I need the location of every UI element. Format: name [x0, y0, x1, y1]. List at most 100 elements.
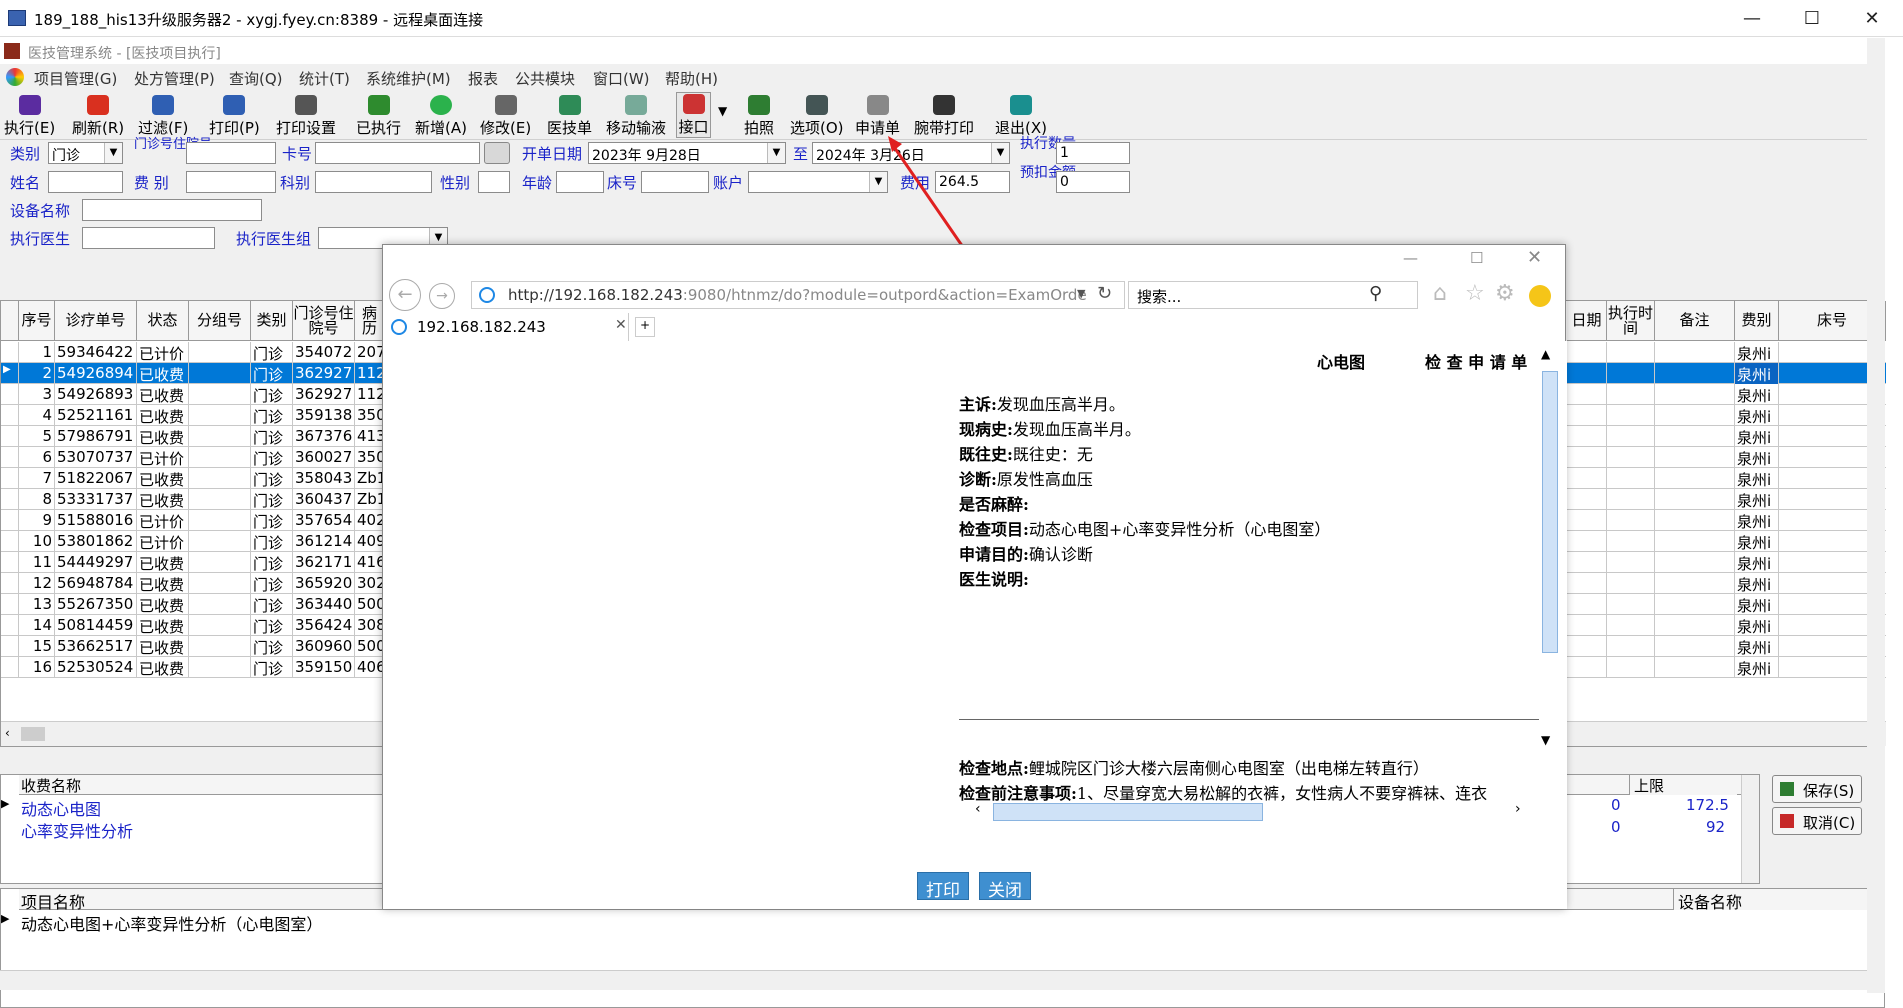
col-header-record[interactable]: 病历 [355, 301, 385, 341]
back-button[interactable]: ← [389, 279, 421, 311]
scroll-left-icon[interactable]: ‹ [5, 726, 10, 740]
reload-icon[interactable]: ↻ [1097, 283, 1112, 304]
options-button[interactable]: 选项(O) [788, 92, 846, 138]
menu-statistics[interactable]: 统计(T) [299, 68, 350, 89]
start-date-dropdown-icon: ▼ [767, 143, 785, 163]
clinic-no-input[interactable] [186, 142, 276, 164]
exec-doctor-input[interactable] [82, 227, 215, 249]
settings-gear-icon[interactable]: ⚙ [1495, 281, 1515, 306]
interface-button[interactable]: 接口 [676, 92, 711, 138]
menu-query[interactable]: 查询(Q) [229, 68, 283, 89]
col-header-category[interactable]: 类别 [251, 301, 293, 341]
doc-scroll-right-icon[interactable]: › [1515, 801, 1521, 817]
table-cell: 53662517 [55, 636, 137, 657]
table-cell: 358043 [293, 468, 355, 489]
name-input[interactable] [48, 171, 123, 193]
col-header-exec-time[interactable]: 执行时间 [1607, 301, 1655, 341]
address-bar[interactable]: http://192.168.182.243:9080/htnmz/do?mod… [471, 281, 1125, 309]
menu-help[interactable]: 帮助(H) [665, 68, 718, 89]
add-button[interactable]: 新增(A) [413, 92, 469, 138]
fee-type-input[interactable] [186, 171, 276, 193]
col-header-clinic-no[interactable]: 门诊号住院号 [293, 301, 355, 341]
popup-minimize-button[interactable]: — [1403, 249, 1418, 267]
doc-vscroll-thumb[interactable] [1542, 371, 1558, 653]
doc-scroll-left-icon[interactable]: ‹ [975, 801, 981, 817]
execute-button[interactable]: 执行(E) [2, 92, 57, 138]
refresh-button[interactable]: 刷新(R) [70, 92, 126, 138]
device-name-input[interactable] [82, 199, 262, 221]
favorites-icon[interactable]: ☆ [1465, 281, 1485, 306]
feedback-smiley-icon[interactable] [1529, 285, 1551, 307]
app-horizontal-scrollbar[interactable] [0, 970, 1885, 990]
close-button[interactable]: ✕ [1843, 0, 1901, 37]
menu-reports[interactable]: 报表 [468, 68, 498, 89]
card-reader-icon[interactable] [484, 142, 510, 164]
home-icon[interactable]: ⌂ [1433, 281, 1447, 306]
table-cell: 泉州i [1735, 468, 1779, 489]
fee-vertical-scrollbar[interactable] [1741, 775, 1759, 883]
bed-input[interactable] [641, 171, 709, 193]
executed-icon [367, 95, 390, 115]
interface-dropdown-icon[interactable]: ▼ [718, 104, 727, 118]
category-select[interactable]: 门诊 ▼ [48, 142, 123, 164]
executed-button[interactable]: 已执行 [354, 92, 403, 138]
prepay-input[interactable]: 0 [1056, 171, 1130, 193]
dept-input[interactable] [315, 171, 432, 193]
doc-hscroll-thumb[interactable] [993, 803, 1263, 821]
doc-vertical-scrollbar[interactable]: ▲ ▼ [1541, 341, 1559, 761]
table-cell: 16 [19, 657, 55, 678]
exit-button[interactable]: 退出(X) [993, 92, 1049, 138]
new-tab-button[interactable]: + [635, 317, 655, 337]
menu-window[interactable]: 窗口(W) [593, 68, 650, 89]
filter-button[interactable]: 过滤(F) [136, 92, 190, 138]
mobile-infusion-button[interactable]: 移动输液 [604, 92, 668, 138]
row-indicator [1, 447, 19, 468]
browser-tab[interactable]: 192.168.182.243 [383, 313, 629, 341]
minimize-button[interactable]: — [1723, 0, 1781, 37]
col-header-status[interactable]: 状态 [137, 301, 189, 341]
edit-button[interactable]: 修改(E) [478, 92, 533, 138]
popup-close-button[interactable]: ✕ [1527, 247, 1542, 268]
table-cell [1655, 510, 1735, 531]
exec-qty-input[interactable]: 1 [1056, 142, 1130, 164]
medtech-form-button[interactable]: 医技单 [545, 92, 594, 138]
col-header-fee-type[interactable]: 费别 [1735, 301, 1779, 341]
table-cell: 门诊 [251, 594, 293, 615]
col-header-order-no[interactable]: 诊疗单号 [55, 301, 137, 341]
forward-button[interactable]: → [429, 283, 455, 309]
doc-scroll-up-icon[interactable]: ▲ [1541, 347, 1550, 361]
scroll-thumb[interactable] [21, 727, 45, 741]
close-doc-button[interactable]: 关闭 [979, 872, 1031, 901]
print-doc-button[interactable]: 打印 [917, 872, 969, 901]
photo-button[interactable]: 拍照 [742, 92, 776, 138]
table-cell [1607, 447, 1655, 468]
search-icon[interactable]: ⚲ [1369, 283, 1382, 304]
tab-close-icon[interactable]: ✕ [615, 317, 627, 333]
app-vertical-scrollbar[interactable] [1867, 38, 1885, 993]
menu-prescription[interactable]: 处方管理(P) [134, 68, 215, 89]
col-header-date[interactable]: 日期 [1567, 301, 1607, 341]
maximize-button[interactable]: ☐ [1783, 0, 1841, 37]
start-date-picker[interactable]: 2023年 9月28日 ▼ [588, 142, 786, 164]
col-header-remark[interactable]: 备注 [1655, 301, 1735, 341]
fee-row-name[interactable]: 心率变异性分析 [21, 818, 133, 842]
menu-project[interactable]: 项目管理(G) [34, 68, 117, 89]
print-settings-button[interactable]: 打印设置 [274, 92, 338, 138]
col-header-group[interactable]: 分组号 [189, 301, 251, 341]
menu-public[interactable]: 公共模块 [515, 68, 575, 89]
age-input[interactable] [556, 171, 604, 193]
doc-horizontal-scrollbar[interactable]: ‹ › [975, 801, 1535, 823]
popup-maximize-button[interactable]: ☐ [1470, 249, 1483, 267]
account-select[interactable]: ▼ [748, 171, 888, 193]
col-header-seq[interactable]: 序号 [19, 301, 55, 341]
print-button[interactable]: 打印(P) [207, 92, 262, 138]
table-cell: 53801862 [55, 531, 137, 552]
menu-system[interactable]: 系统维护(M) [366, 68, 451, 89]
sex-input[interactable] [478, 171, 510, 193]
address-dropdown-icon[interactable]: ▼ [1077, 287, 1085, 300]
card-no-input[interactable] [315, 142, 480, 164]
doc-scroll-down-icon[interactable]: ▼ [1541, 733, 1550, 747]
fee-row-name[interactable]: 动态心电图 [21, 796, 101, 820]
item-row-name[interactable]: 动态心电图+心率变异性分析（心电图室） [21, 911, 322, 935]
doc-field-key: 现病史: [959, 420, 1013, 439]
